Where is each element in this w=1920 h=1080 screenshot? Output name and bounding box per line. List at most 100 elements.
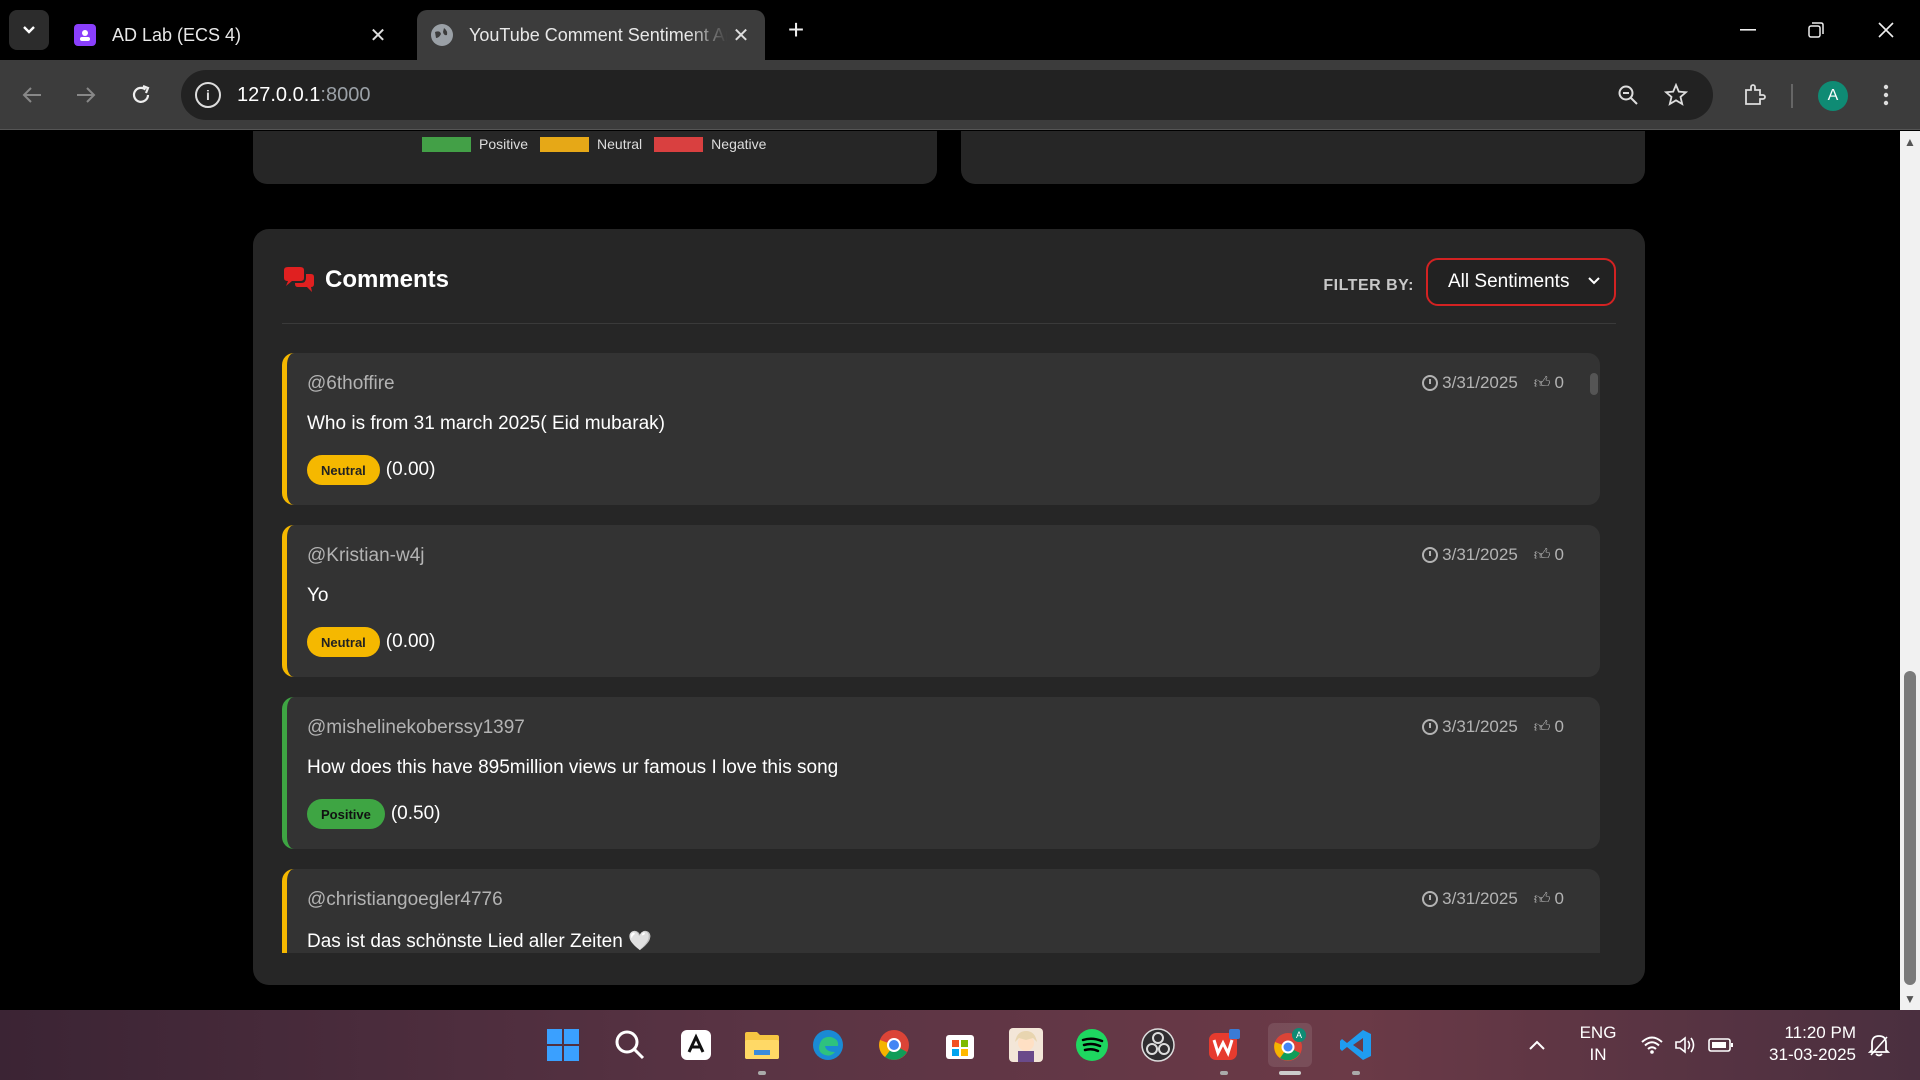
- page-scrollbar[interactable]: ▲ ▼: [1900, 131, 1920, 1010]
- tab-ad-lab[interactable]: AD Lab (ECS 4) ✕: [60, 10, 402, 60]
- comment-text: How does this have 895million views ur f…: [307, 757, 839, 778]
- taskbar-spotify[interactable]: [1070, 1023, 1114, 1067]
- forward-button[interactable]: [67, 76, 105, 114]
- close-tab-icon[interactable]: ✕: [727, 21, 755, 49]
- new-tab-button[interactable]: +: [780, 14, 812, 46]
- legend-label: Negative: [711, 136, 767, 152]
- comment-date: 3/31/2025: [1442, 545, 1518, 564]
- legend-swatch: [422, 136, 471, 152]
- start-button[interactable]: [541, 1023, 585, 1067]
- comment-card: @6thoffire 3/31/2025 👍︎ 0 Who is from 31…: [282, 353, 1600, 505]
- running-indicator: [1220, 1071, 1228, 1075]
- comment-likes: 0: [1554, 373, 1564, 392]
- taskbar-app-ai[interactable]: [674, 1023, 718, 1067]
- legend-label: Positive: [479, 136, 529, 152]
- taskbar-chrome[interactable]: [872, 1023, 916, 1067]
- url-text: 127.0.0.1:8000: [237, 83, 371, 106]
- scroll-down-arrow[interactable]: ▼: [1903, 992, 1917, 1006]
- taskbar-file-explorer[interactable]: [740, 1023, 784, 1075]
- system-clock[interactable]: 11:20 PM 31-03-2025: [1760, 1022, 1856, 1066]
- taskbar-chrome-profile[interactable]: A: [1268, 1023, 1312, 1075]
- sentiment-chart-card: Positive Neutral Negative: [253, 131, 937, 184]
- windows-logo-icon: [547, 1029, 579, 1061]
- zoom-icon[interactable]: [1615, 82, 1641, 108]
- minimize-button[interactable]: [1714, 0, 1782, 60]
- taskbar-vscode[interactable]: [1334, 1023, 1378, 1075]
- comment-author: @christiangoegler4776: [307, 889, 503, 910]
- comment-sentiment: Positive (0.50): [307, 799, 441, 829]
- restore-button[interactable]: [1782, 0, 1850, 60]
- filter-selected-value: All Sentiments: [1448, 271, 1570, 292]
- volume-icon: [1675, 1036, 1695, 1054]
- notifications-button[interactable]: [1868, 1010, 1890, 1080]
- back-button[interactable]: [13, 76, 51, 114]
- quick-settings-button[interactable]: [1640, 1010, 1734, 1080]
- comment-card: @Kristian-w4j 3/31/2025 👍︎ 0 Yo Neutral …: [282, 525, 1600, 677]
- page-viewport: Positive Neutral Negative Comments FILTE…: [0, 131, 1900, 1010]
- comment-meta: 3/31/2025 👍︎ 0: [1422, 889, 1564, 909]
- sentiment-badge: Neutral: [307, 627, 380, 657]
- taskbar-anime-app[interactable]: [1004, 1023, 1048, 1067]
- running-indicator: [1352, 1071, 1360, 1075]
- profile-avatar[interactable]: A: [1818, 81, 1848, 111]
- edge-icon: [813, 1030, 843, 1060]
- toolbar-separator: [1791, 84, 1793, 108]
- taskbar-obs[interactable]: [1136, 1023, 1180, 1067]
- chevron-down-icon: [1588, 272, 1600, 290]
- comments-card: Comments FILTER BY: All Sentiments @6tho…: [253, 229, 1645, 985]
- vscode-icon: [1340, 1030, 1371, 1060]
- comments-list[interactable]: @6thoffire 3/31/2025 👍︎ 0 Who is from 31…: [282, 353, 1607, 953]
- sentiment-filter-select[interactable]: All Sentiments: [1426, 258, 1616, 306]
- taskbar-edge[interactable]: [806, 1023, 850, 1067]
- store-icon: [946, 1035, 974, 1059]
- legend-swatch: [654, 136, 704, 152]
- legend-swatch: [540, 136, 590, 152]
- chrome-profile-icon: A: [1274, 1028, 1306, 1061]
- comment-text: Who is from 31 march 2025( Eid mubarak): [307, 413, 665, 434]
- tab-title: AD Lab (ECS 4): [112, 24, 242, 45]
- comment-likes: 0: [1554, 889, 1564, 908]
- clock-icon: [1422, 891, 1439, 907]
- tab-strip: AD Lab (ECS 4) ✕ YouTube Comment Sentime…: [0, 0, 1920, 60]
- reload-button[interactable]: [122, 76, 160, 114]
- battery-icon: [1708, 1038, 1733, 1052]
- search-button[interactable]: [608, 1023, 652, 1067]
- comment-text: Das ist das schönste Lied aller Zeiten 🤍: [307, 931, 652, 952]
- folder-icon: [745, 1032, 779, 1059]
- close-window-button[interactable]: [1852, 0, 1920, 60]
- thumbs-up-icon: 👍︎: [1533, 374, 1551, 392]
- page-scrollbar-thumb[interactable]: [1904, 671, 1916, 985]
- show-hidden-icons-button[interactable]: [1528, 1010, 1546, 1080]
- browser-menu-button[interactable]: [1867, 76, 1905, 114]
- comments-title-text: Comments: [325, 266, 450, 293]
- comment-text: Yo: [307, 585, 329, 606]
- scroll-up-arrow[interactable]: ▲: [1903, 135, 1917, 149]
- close-tab-icon[interactable]: ✕: [364, 21, 392, 49]
- comment-date: 3/31/2025: [1442, 717, 1518, 736]
- comment-card: @christiangoegler4776 3/31/2025 👍︎ 0 Das…: [282, 869, 1600, 953]
- extensions-button[interactable]: [1735, 76, 1773, 114]
- taskbar-store[interactable]: [938, 1023, 982, 1067]
- tab-search-button[interactable]: [9, 10, 49, 50]
- comment-sentiment: Neutral (0.00): [307, 627, 435, 657]
- sentiment-badge: Neutral: [307, 455, 380, 485]
- comment-author: @mishelinekoberssy1397: [307, 717, 525, 738]
- chevron-up-icon: [1529, 1040, 1545, 1050]
- running-indicator: [758, 1071, 766, 1075]
- comments-list-scrollbar[interactable]: [1590, 357, 1598, 957]
- bookmark-star-icon[interactable]: [1663, 82, 1689, 108]
- obs-icon: [1141, 1028, 1175, 1062]
- ai-app-icon: [681, 1030, 711, 1060]
- comments-icon: [282, 266, 316, 294]
- tab-youtube-sentiment[interactable]: YouTube Comment Sentiment Analysis ✕: [417, 10, 765, 60]
- comment-author: @6thoffire: [307, 373, 395, 394]
- wps-office-icon: [1209, 1029, 1240, 1060]
- address-bar[interactable]: i 127.0.0.1:8000: [181, 70, 1713, 120]
- secondary-card: [961, 131, 1645, 184]
- site-info-icon[interactable]: i: [195, 82, 221, 108]
- restore-icon: [1808, 22, 1824, 38]
- taskbar-wps[interactable]: [1202, 1023, 1246, 1075]
- wifi-icon: [1641, 1036, 1663, 1054]
- sentiment-score: (0.00): [385, 459, 436, 480]
- language-indicator[interactable]: ENG IN: [1578, 1022, 1618, 1066]
